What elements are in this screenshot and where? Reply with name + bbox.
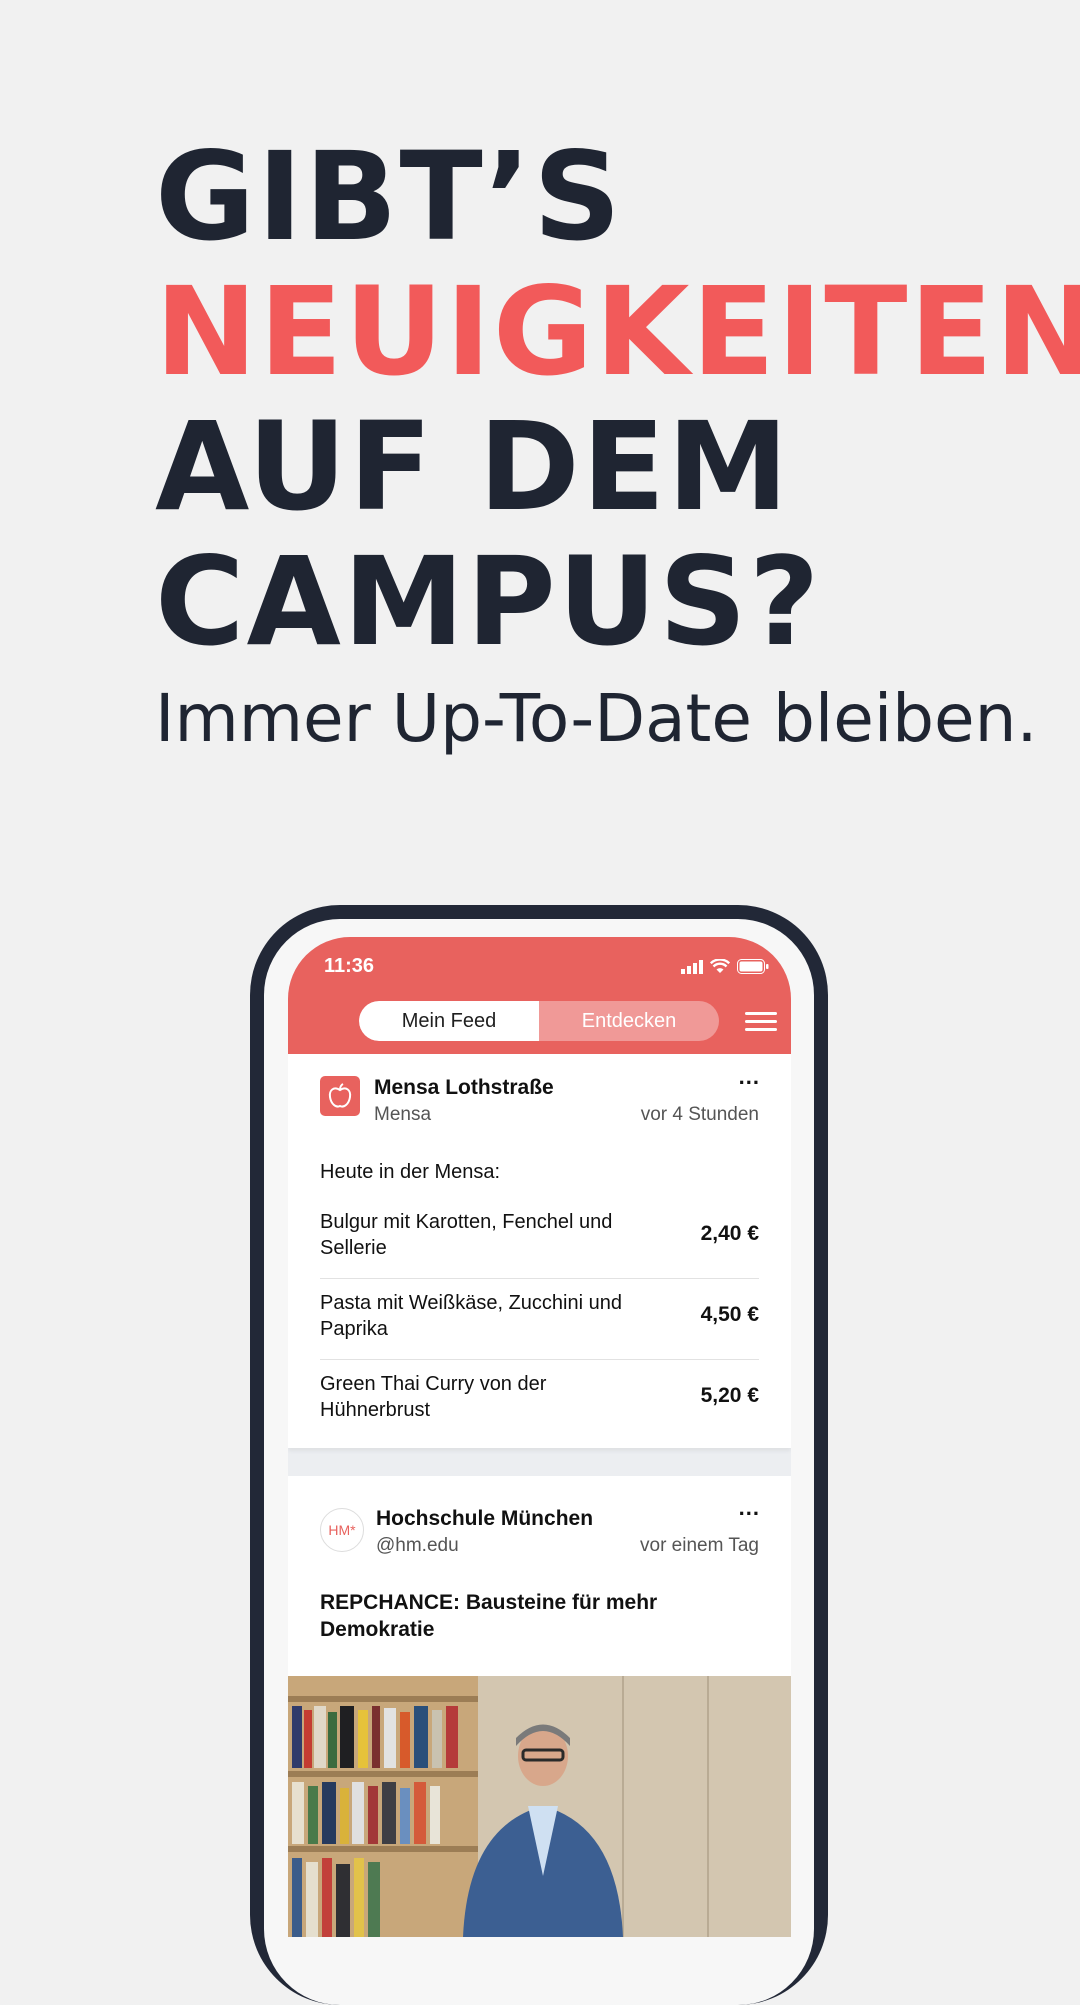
menu-item: Bulgur mit Karotten, Fenchel und Selleri… — [320, 1198, 759, 1279]
hero-headline: GIBT’S NEUIGKEITEN AUF DEM CAMPUS? — [155, 130, 1080, 670]
menu-price: 5,20 € — [700, 1384, 759, 1407]
menu-dish: Bulgur mit Karotten, Fenchel und Selleri… — [320, 1211, 613, 1259]
post-handle: @hm.edu — [376, 1535, 459, 1556]
hamburger-menu-icon[interactable] — [745, 1012, 777, 1034]
signal-icon — [681, 959, 703, 974]
status-time: 11:36 — [324, 955, 375, 977]
feed-post-hm[interactable]: HM* Hochschule München @hm.edu ... vor e… — [288, 1476, 791, 1937]
post-time: vor 4 Stunden — [640, 1104, 759, 1125]
apple-icon — [328, 1083, 352, 1108]
tab-mein-feed[interactable]: Mein Feed — [359, 1001, 539, 1041]
feed-post-mensa[interactable]: Mensa Lothstraße Mensa ... vor 4 Stunden… — [288, 1054, 791, 1448]
wifi-icon — [710, 959, 730, 973]
menu-price: 4,50 € — [700, 1303, 759, 1326]
app-screen: 11:36 Mein Feed Entdecken Mensa Lothstra… — [288, 937, 791, 1937]
menu-dish: Green Thai Curry von der Hühnerbrust — [320, 1373, 547, 1421]
menu-item: Pasta mit Weißkäse, Zucchini und Paprika… — [320, 1279, 759, 1360]
hm-avatar: HM* — [320, 1508, 364, 1552]
post-photo-illustration — [288, 1676, 791, 1937]
mensa-avatar — [320, 1076, 360, 1116]
more-options-icon[interactable]: ... — [739, 1495, 760, 1521]
app-header: 11:36 Mein Feed Entdecken — [288, 937, 791, 1054]
menu-intro: Heute in der Mensa: — [320, 1161, 501, 1183]
menu-dish: Pasta mit Weißkäse, Zucchini und Paprika — [320, 1292, 622, 1340]
post-time: vor einem Tag — [640, 1535, 759, 1556]
post-handle: Mensa — [374, 1104, 432, 1125]
hero-subline: Immer Up-To-Date bleiben. — [155, 680, 1038, 757]
tab-entdecken[interactable]: Entdecken — [539, 1001, 719, 1041]
headline-line-2: NEUIGKEITEN — [155, 261, 1080, 403]
status-icons — [681, 959, 769, 974]
headline-line-4: CAMPUS? — [155, 531, 822, 673]
headline-line-1: GIBT’S — [155, 126, 623, 268]
post-author[interactable]: Hochschule München — [376, 1507, 593, 1531]
post-image[interactable] — [288, 1676, 791, 1937]
post-author[interactable]: Mensa Lothstraße — [374, 1076, 554, 1100]
menu-price: 2,40 € — [700, 1222, 759, 1245]
headline-line-3: AUF DEM — [155, 396, 791, 538]
more-options-icon[interactable]: ... — [739, 1064, 760, 1090]
battery-icon — [737, 959, 769, 974]
post-title[interactable]: REPCHANCE: Bausteine für mehr Demokratie — [320, 1589, 740, 1643]
feed-tabs: Mein Feed Entdecken — [359, 1001, 719, 1041]
menu-item: Green Thai Curry von der Hühnerbrust 5,2… — [320, 1360, 759, 1440]
